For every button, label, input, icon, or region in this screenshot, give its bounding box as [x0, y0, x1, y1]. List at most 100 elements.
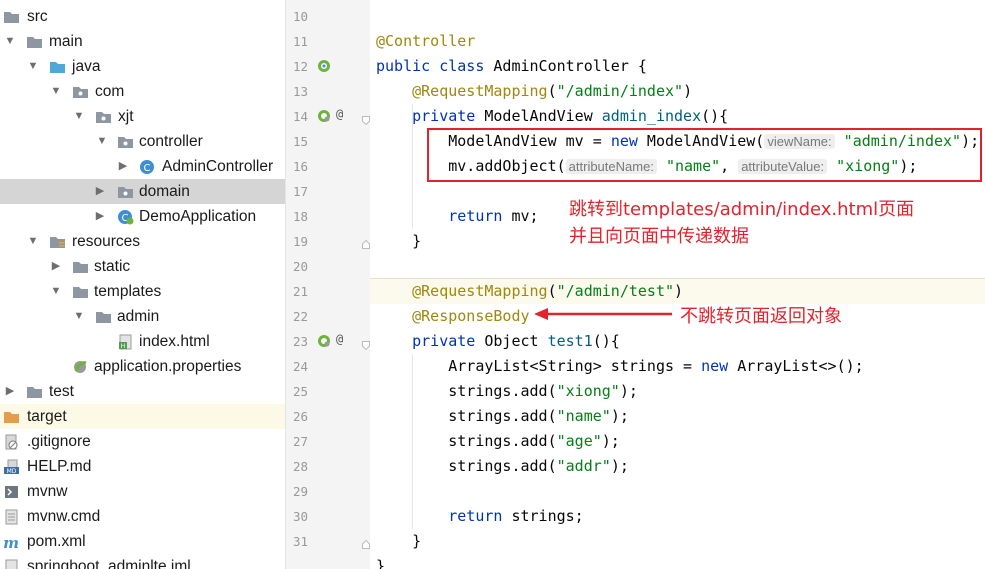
folder-icon	[72, 283, 89, 299]
tree-item-target[interactable]: target	[0, 404, 285, 429]
line-number: 29	[292, 484, 308, 499]
tree-item-mvnw-cmd[interactable]: mvnw.cmd	[0, 504, 285, 529]
line-number: 12	[292, 59, 308, 74]
tree-item-gitignore[interactable]: .gitignore	[0, 429, 285, 454]
maven-icon: m	[3, 533, 20, 552]
chevron-right-icon[interactable]: ▶	[3, 379, 17, 404]
source-folder-icon	[49, 58, 66, 74]
excluded-folder-icon	[3, 408, 20, 424]
script-file-icon	[3, 483, 20, 499]
code-line: @RequestMapping("/admin/index")	[412, 82, 693, 100]
tree-item-src[interactable]: src	[0, 4, 285, 29]
tree-item-static[interactable]: ▶ static	[0, 254, 285, 279]
line-number: 16	[292, 159, 308, 174]
code-line: return strings;	[448, 507, 584, 525]
fold-marker-icon[interactable]	[362, 112, 370, 126]
fold-marker-icon[interactable]	[362, 536, 370, 549]
line-number: 15	[292, 134, 308, 149]
annotation-note: 跳转到templates/admin/index.html页面	[569, 199, 915, 220]
spring-bean-icon[interactable]	[317, 59, 331, 73]
tree-item-java[interactable]: ▼ java	[0, 54, 285, 79]
spring-request-mapping-icon[interactable]	[317, 109, 331, 123]
code-line: @Controller	[376, 32, 476, 50]
code-line: strings.add("xiong");	[448, 382, 638, 400]
chevron-down-icon[interactable]: ▼	[3, 29, 17, 54]
line-number: 31	[292, 534, 308, 549]
line-number: 13	[292, 84, 308, 99]
fold-marker-icon[interactable]	[362, 337, 370, 351]
tree-item-main[interactable]: ▼ main	[0, 29, 285, 54]
tree-item-mvnw[interactable]: mvnw	[0, 479, 285, 504]
folder-icon	[26, 383, 43, 399]
tree-item-index-html[interactable]: H index.html	[0, 329, 285, 354]
chevron-right-icon[interactable]: ▶	[116, 154, 130, 179]
annotation-at-icon[interactable]: @	[336, 332, 343, 346]
chevron-down-icon[interactable]: ▼	[72, 304, 86, 329]
chevron-down-icon[interactable]: ▼	[95, 129, 109, 154]
highlight-box	[427, 128, 982, 182]
folder-icon	[95, 308, 112, 324]
chevron-right-icon[interactable]: ▶	[49, 254, 63, 279]
tree-item-test[interactable]: ▶ test	[0, 379, 285, 404]
package-icon	[72, 83, 89, 99]
line-number: 10	[292, 9, 308, 24]
tree-item-application-properties[interactable]: application.properties	[0, 354, 285, 379]
svg-text:C: C	[144, 163, 151, 174]
tree-item-resources[interactable]: ▼ resources	[0, 229, 285, 254]
annotation-at-icon[interactable]: @	[336, 107, 343, 121]
code-line: ArrayList<String> strings = new ArrayLis…	[448, 357, 864, 375]
ignore-file-icon	[3, 433, 20, 450]
chevron-down-icon[interactable]: ▼	[26, 229, 40, 254]
arrow-left-icon	[534, 308, 672, 320]
code-line: }	[412, 232, 422, 250]
tree-item-controller[interactable]: ▼ controller	[0, 129, 285, 154]
tree-item-demoapplication[interactable]: ▶ C DemoApplication	[0, 204, 285, 229]
tree-item-xjt[interactable]: ▼ xjt	[0, 104, 285, 129]
tree-item-help-md[interactable]: MD HELP.md	[0, 454, 285, 479]
tree-item-pom-xml[interactable]: m pom.xml	[0, 529, 285, 554]
line-number: 26	[292, 409, 308, 424]
line-number: 17	[292, 184, 308, 199]
line-number: 14	[292, 109, 308, 124]
code-editor[interactable]: @Controller public class AdminController…	[370, 0, 985, 569]
line-number: 18	[292, 209, 308, 224]
code-line: strings.add("age");	[448, 432, 620, 450]
code-line: }	[376, 557, 386, 569]
fold-marker-icon[interactable]	[362, 236, 370, 249]
line-number: 27	[292, 434, 308, 449]
line-number: 24	[292, 359, 308, 374]
spring-request-mapping-icon[interactable]	[317, 334, 331, 348]
tree-item-admin[interactable]: ▼ admin	[0, 304, 285, 329]
package-icon	[117, 183, 134, 199]
svg-text:H: H	[121, 343, 126, 350]
markdown-file-icon: MD	[3, 458, 20, 475]
line-number: 30	[292, 509, 308, 524]
chevron-down-icon[interactable]: ▼	[49, 79, 63, 104]
line-number: 11	[292, 34, 308, 49]
code-line: }	[412, 532, 422, 550]
module-file-icon	[3, 558, 20, 569]
spring-properties-icon	[72, 358, 89, 374]
tree-item-admincontroller[interactable]: ▶ C AdminController	[0, 154, 285, 179]
line-number: 25	[292, 384, 308, 399]
chevron-down-icon[interactable]: ▼	[49, 279, 63, 304]
annotation-note: 不跳转页面返回对象	[680, 306, 842, 327]
html-file-icon: H	[117, 333, 134, 350]
class-icon: C	[139, 158, 156, 174]
chevron-down-icon[interactable]: ▼	[72, 104, 86, 129]
chevron-right-icon[interactable]: ▶	[93, 179, 107, 204]
code-line: @RequestMapping("/admin/test")	[412, 282, 684, 300]
line-number: 28	[292, 459, 308, 474]
folder-icon	[72, 258, 89, 274]
tree-item-domain[interactable]: ▶ domain	[0, 179, 285, 204]
line-number: 22	[292, 309, 308, 324]
chevron-down-icon[interactable]: ▼	[26, 54, 40, 79]
tree-item-com[interactable]: ▼ com	[0, 79, 285, 104]
chevron-right-icon[interactable]: ▶	[93, 204, 107, 229]
code-line: strings.add("addr");	[448, 457, 629, 475]
line-number: 20	[292, 259, 308, 274]
annotation-note: 并且向页面中传递数据	[569, 226, 749, 247]
tree-item-templates[interactable]: ▼ templates	[0, 279, 285, 304]
tree-item-iml[interactable]: springboot_adminlte.iml	[0, 554, 285, 569]
package-icon	[117, 133, 134, 149]
